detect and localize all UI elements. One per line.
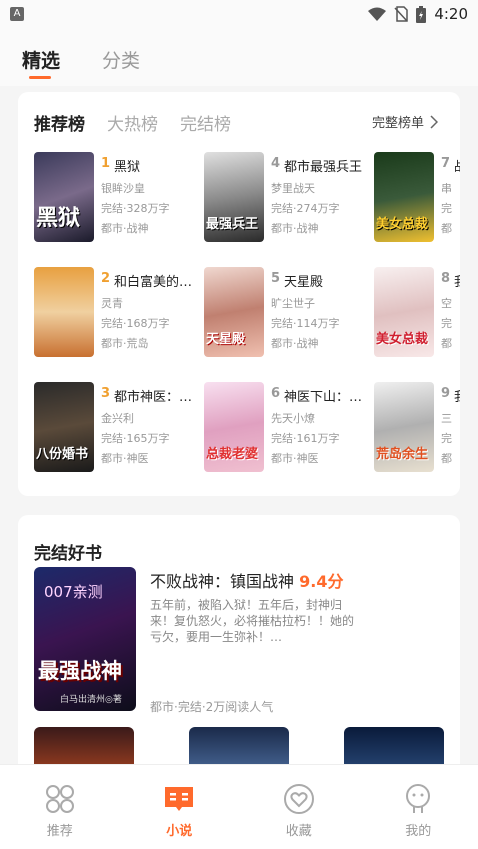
ranking-book-1[interactable]: 黑狱 1 黑狱 银眸沙皇 完结·328万字 都市·战神 xyxy=(34,152,194,244)
book-status: 完结·328万字 xyxy=(101,202,170,215)
book-cover: 八份婚书 xyxy=(34,382,94,472)
book-status: 完结·165万字 xyxy=(101,432,170,445)
book-tags: 都市·战神 xyxy=(271,337,319,350)
clock: 4:20 xyxy=(434,5,468,23)
profile-icon xyxy=(406,784,431,813)
ranking-book-7[interactable]: 美女总裁 7 战 串 完 都 xyxy=(374,152,460,244)
book-title: 神医下山：… xyxy=(284,390,363,405)
book-author: 先天小燎 xyxy=(271,412,315,425)
book-tags: 都市·战神 xyxy=(271,222,319,235)
book-cover: 美女总裁 xyxy=(374,152,434,242)
book-title: 黑狱 xyxy=(114,160,141,175)
book-status: 完结·274万字 xyxy=(271,202,340,215)
book-status: 完结·168万字 xyxy=(101,317,170,330)
featured-book-description: 五年前，被陷入狱！五年后，封神归来！复仇怒火，必将摧枯拉朽！！她的亏欠，要用一生… xyxy=(150,598,355,644)
book-title: 我 xyxy=(454,386,460,405)
book-status: 完 xyxy=(441,432,452,445)
book-author: 空 xyxy=(441,297,452,310)
nav-profile[interactable]: 我的 xyxy=(359,765,478,849)
book-author: 金兴利 xyxy=(101,412,134,425)
book-cover: 荒岛余生 xyxy=(374,382,434,472)
tab-completed-ranking[interactable]: 完结榜 xyxy=(180,110,231,135)
nav-recommend[interactable]: 推荐 xyxy=(0,765,120,849)
section-title: 完结好书 xyxy=(34,544,102,564)
ranking-book-4[interactable]: 最强兵王 4 都市最强兵王 梦里战天 完结·274万字 都市·战神 xyxy=(204,152,364,244)
top-tab-bar: 精选 分类 xyxy=(0,28,478,86)
book-cover: 总裁老婆 xyxy=(204,382,264,472)
bottom-navigation: 推荐 小说 收藏 我的 xyxy=(0,764,478,849)
heart-icon xyxy=(283,784,314,814)
book-author: 灵青 xyxy=(101,297,123,310)
ranking-book-9[interactable]: 荒岛余生 9 我 三 完 都 xyxy=(374,382,460,474)
full-ranking-label: 完整榜单 xyxy=(371,116,424,131)
grid-icon xyxy=(45,785,74,813)
book-title: 都市最强兵王 xyxy=(284,160,363,175)
featured-book-score: 9.4分 xyxy=(299,572,344,591)
ranking-book-8[interactable]: 美女总裁 8 我 空 完 都 xyxy=(374,267,460,359)
book-author: 三 xyxy=(441,412,452,425)
full-ranking-link[interactable]: 完整榜单 xyxy=(372,112,438,131)
book-title: 我 xyxy=(454,271,460,290)
book-title: 和白富美的… xyxy=(114,275,193,290)
featured-book-cover: 007亲测 最强战神 白马出清州◎著 xyxy=(34,567,136,711)
ranking-book-5[interactable]: 天星殿 5 天星殿 旷尘世子 完结·114万字 都市·战神 xyxy=(204,267,364,359)
book-author: 旷尘世子 xyxy=(271,297,315,310)
book-title: 战 xyxy=(454,156,460,175)
battery-icon xyxy=(416,5,427,23)
ranking-card: 推荐榜 大热榜 完结榜 完整榜单 黑狱 1 黑狱 银眸沙皇 完结·328万字 都… xyxy=(18,92,460,496)
book-status: 完结·114万字 xyxy=(271,317,340,330)
featured-book-title: 不败战神：镇国战神 xyxy=(150,572,295,591)
status-bar: A 4:20 xyxy=(0,0,478,28)
book-title: 都市神医：… xyxy=(114,390,193,405)
book-tags: 都 xyxy=(441,452,452,465)
book-cover: 天星殿 xyxy=(204,267,264,357)
tab-category[interactable]: 分类 xyxy=(102,46,140,73)
book-status: 完 xyxy=(441,317,452,330)
book-author: 银眸沙皇 xyxy=(101,182,145,195)
featured-book-title-row: 不败战神：镇国战神 9.4分 xyxy=(150,568,343,592)
ranking-tabs: 推荐榜 大热榜 完结榜 xyxy=(34,110,231,135)
ranking-book-6[interactable]: 总裁老婆 6 神医下山：… 先天小燎 完结·161万字 都市·神医 xyxy=(204,382,364,474)
book-title: 天星殿 xyxy=(284,275,324,290)
book-cover: 最强兵王 xyxy=(204,152,264,242)
featured-book-meta: 都市·完结·2万阅读人气 xyxy=(150,700,274,714)
book-status: 完结·161万字 xyxy=(271,432,340,445)
wifi-icon xyxy=(368,7,387,21)
ranking-book-2[interactable]: 2 和白富美的… 灵青 完结·168万字 都市·荒岛 xyxy=(34,267,194,359)
app-notification-icon: A xyxy=(10,7,24,21)
ranking-book-3[interactable]: 八份婚书 3 都市神医：… 金兴利 完结·165万字 都市·神医 xyxy=(34,382,194,474)
tab-recommend-ranking[interactable]: 推荐榜 xyxy=(34,110,85,135)
book-cover: 美女总裁 xyxy=(374,267,434,357)
book-tags: 都 xyxy=(441,222,452,235)
book-cover xyxy=(34,267,94,357)
tab-featured[interactable]: 精选 xyxy=(22,46,60,73)
book-status: 完 xyxy=(441,202,452,215)
book-tags: 都市·神医 xyxy=(101,452,149,465)
book-tags: 都市·战神 xyxy=(101,222,149,235)
chevron-right-icon xyxy=(430,114,438,129)
no-sim-icon xyxy=(394,6,409,22)
nav-favorites[interactable]: 收藏 xyxy=(239,765,359,849)
tab-hot-ranking[interactable]: 大热榜 xyxy=(107,110,158,135)
book-author: 串 xyxy=(441,182,452,195)
book-tags: 都市·神医 xyxy=(271,452,319,465)
book-cover: 黑狱 xyxy=(34,152,94,242)
book-tags: 都 xyxy=(441,337,452,350)
active-tab-indicator xyxy=(29,76,51,79)
book-icon xyxy=(165,787,194,811)
completed-books-card: 完结好书 007亲测 最强战神 白马出清州◎著 不败战神：镇国战神 9.4分 五… xyxy=(18,515,460,775)
book-tags: 都市·荒岛 xyxy=(101,337,149,350)
book-author: 梦里战天 xyxy=(271,182,315,195)
nav-novel[interactable]: 小说 xyxy=(120,765,240,849)
